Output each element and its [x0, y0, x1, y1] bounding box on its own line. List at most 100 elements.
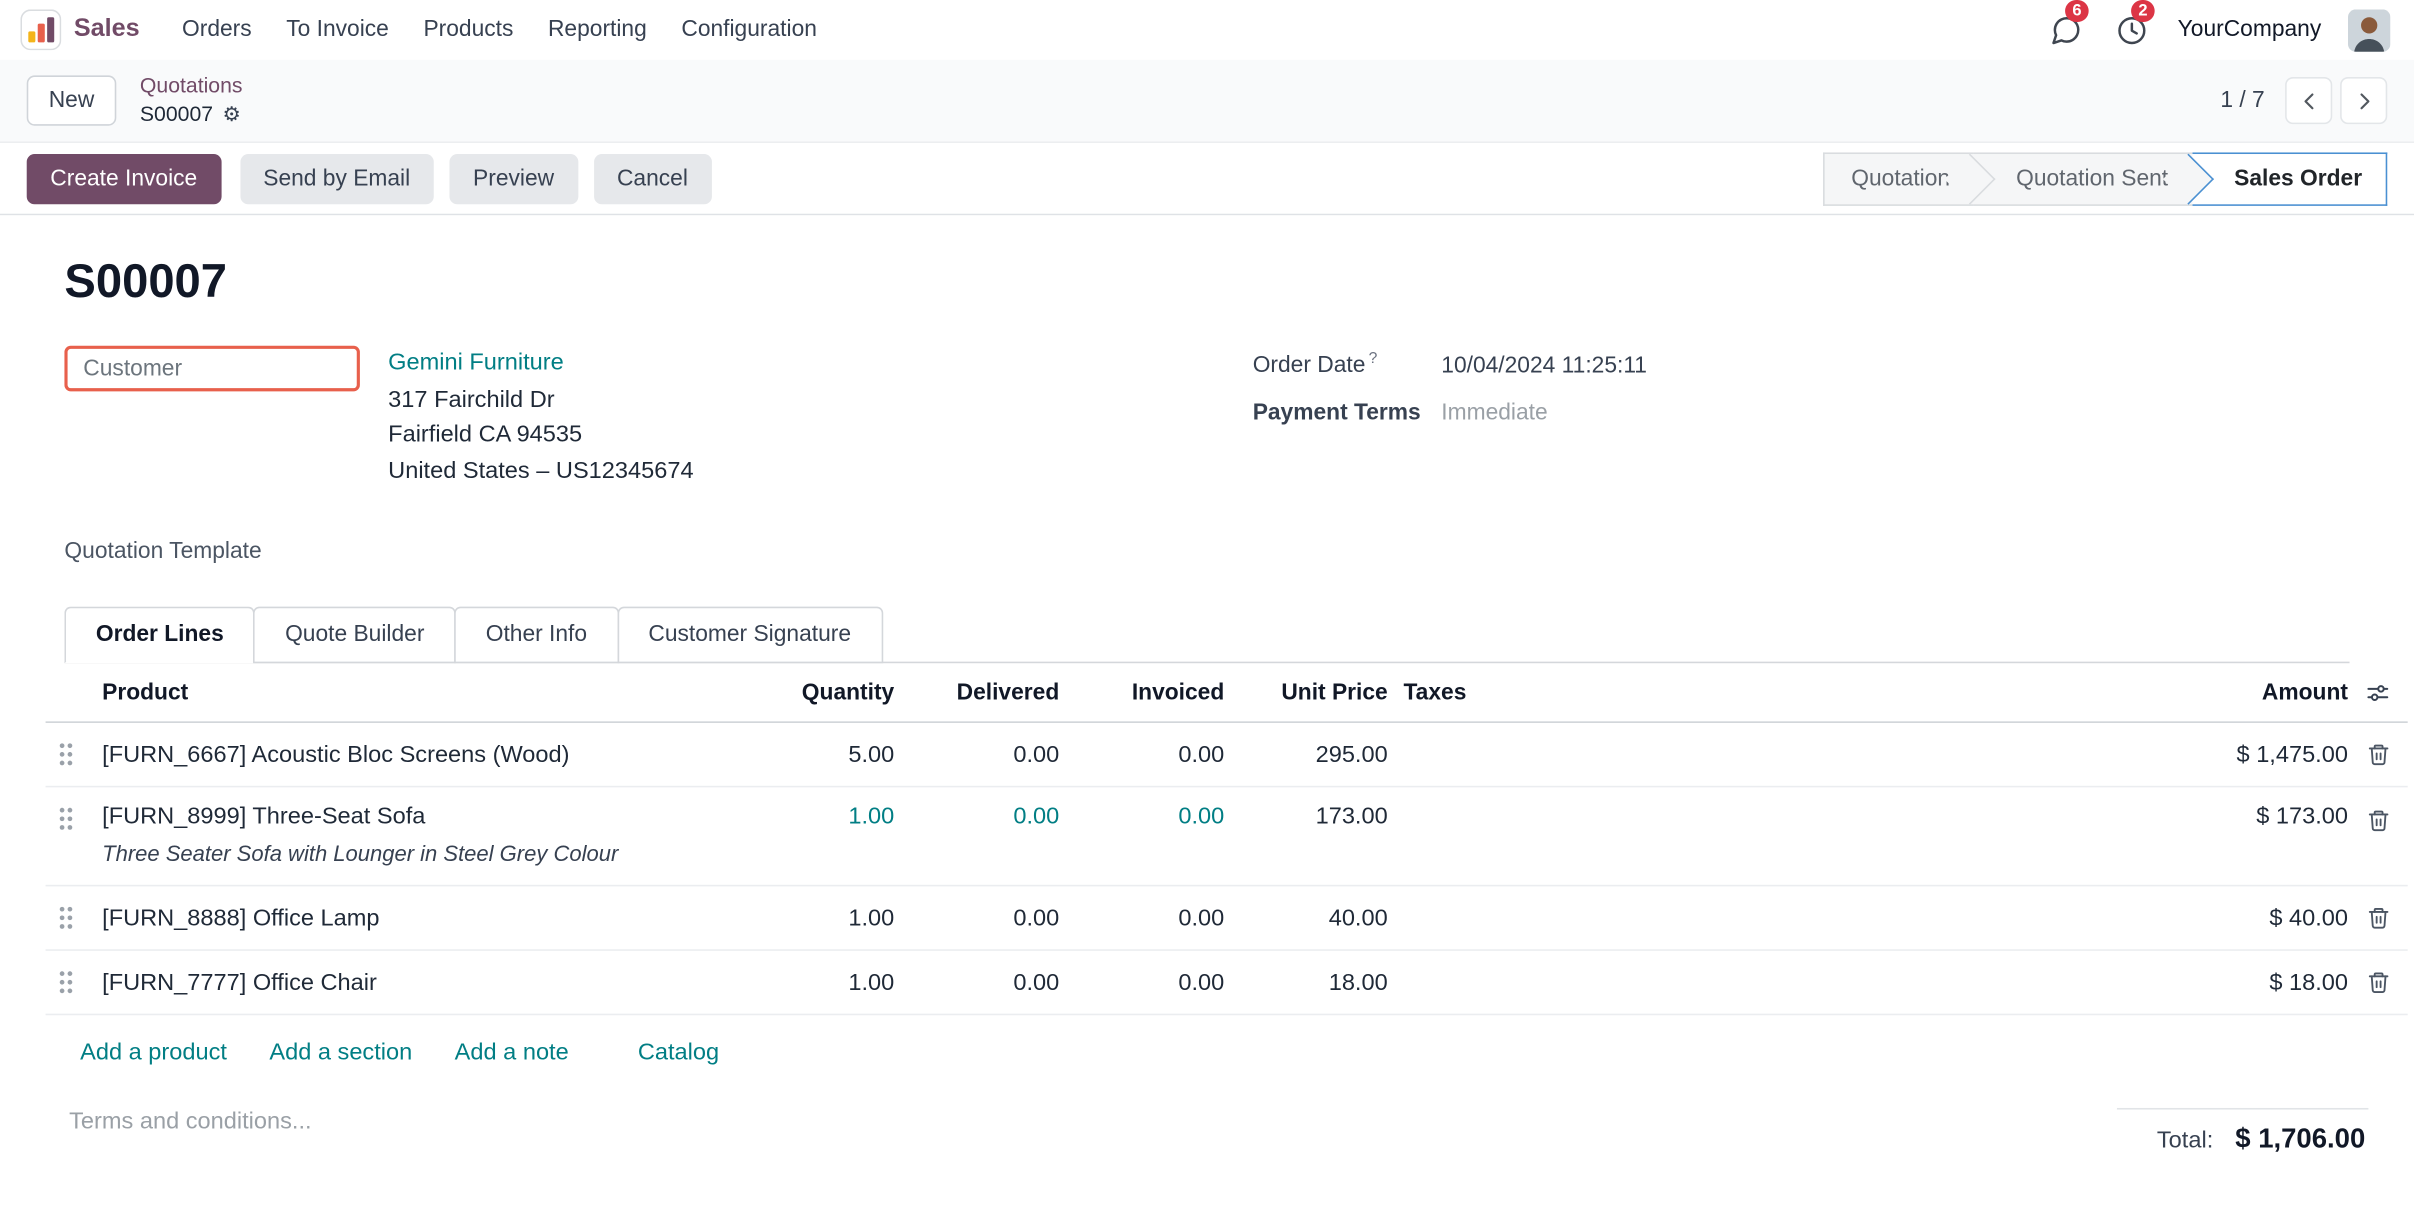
- status-pipeline: Quotation Quotation Sent Sales Order: [1823, 152, 2387, 205]
- action-menu-gear-icon[interactable]: ⚙: [222, 104, 240, 124]
- delivered-cell[interactable]: 0.00: [894, 969, 1059, 996]
- user-avatar[interactable]: [2348, 9, 2390, 51]
- add-a-product-link[interactable]: Add a product: [80, 1039, 227, 1066]
- breadcrumb-current: S00007: [140, 101, 213, 129]
- menu-to-invoice[interactable]: To Invoice: [269, 5, 406, 55]
- unit-price-cell[interactable]: 295.00: [1224, 741, 1387, 768]
- app-name[interactable]: Sales: [74, 16, 140, 44]
- pager-previous-button[interactable]: [2285, 77, 2332, 124]
- customer-input[interactable]: [64, 346, 359, 392]
- invoiced-cell[interactable]: 0.00: [1059, 803, 1224, 830]
- delete-line-button[interactable]: [2361, 901, 2394, 936]
- amount-cell: $ 18.00: [2112, 969, 2348, 996]
- new-button[interactable]: New: [27, 75, 117, 125]
- drag-handle-icon[interactable]: [46, 739, 87, 770]
- odoo-sales-window: Sales Orders To Invoice Products Reporti…: [0, 0, 2414, 1209]
- chevron-left-icon: [2297, 89, 2321, 113]
- tab-customer-signature[interactable]: Customer Signature: [617, 607, 883, 664]
- catalog-link[interactable]: Catalog: [638, 1039, 719, 1066]
- optional-columns-button[interactable]: [2362, 677, 2393, 708]
- delivered-cell[interactable]: 0.00: [894, 904, 1059, 931]
- tab-order-lines[interactable]: Order Lines: [64, 607, 255, 664]
- status-step-quotation-sent[interactable]: Quotation Sent: [1974, 152, 2192, 205]
- col-delivered: Delivered: [894, 680, 1059, 705]
- status-step-sales-order[interactable]: Sales Order: [2192, 152, 2388, 205]
- top-navbar: Sales Orders To Invoice Products Reporti…: [0, 0, 2414, 60]
- order-line-row-2[interactable]: [FURN_8999] Three-Seat Sofa Three Seater…: [46, 787, 2408, 886]
- activities-badge: 2: [2131, 0, 2156, 22]
- avatar-image: [2348, 9, 2390, 51]
- delete-line-button[interactable]: [2361, 737, 2394, 772]
- quantity-cell[interactable]: 1.00: [721, 904, 894, 931]
- preview-button[interactable]: Preview: [449, 153, 577, 203]
- invoiced-cell[interactable]: 0.00: [1059, 904, 1224, 931]
- product-cell[interactable]: [FURN_8999] Three-Seat Sofa Three Seater…: [86, 803, 721, 866]
- total-block: Total: $ 1,706.00: [2117, 1108, 2368, 1155]
- customer-link[interactable]: Gemini Furniture: [388, 346, 564, 381]
- unit-price-cell[interactable]: 18.00: [1224, 969, 1387, 996]
- table-header-row: Product Quantity Delivered Invoiced Unit…: [46, 663, 2408, 723]
- col-quantity: Quantity: [721, 680, 894, 705]
- send-by-email-button[interactable]: Send by Email: [240, 153, 434, 203]
- menu-reporting[interactable]: Reporting: [531, 5, 664, 55]
- sliders-icon: [2365, 680, 2390, 705]
- delivered-cell[interactable]: 0.00: [894, 741, 1059, 768]
- unit-price-cell[interactable]: 173.00: [1224, 803, 1387, 830]
- delivered-cell[interactable]: 0.00: [894, 803, 1059, 830]
- payment-terms-value[interactable]: Immediate: [1441, 400, 1547, 425]
- menu-products[interactable]: Products: [406, 5, 531, 55]
- trash-icon: [2366, 970, 2390, 995]
- total-amount: $ 1,706.00: [2235, 1122, 2365, 1155]
- breadcrumb-quotations-link[interactable]: Quotations: [140, 73, 243, 101]
- payment-terms-row: Payment Terms Immediate: [1253, 400, 2350, 425]
- create-invoice-button[interactable]: Create Invoice: [27, 153, 221, 203]
- messages-button[interactable]: 6: [2046, 10, 2085, 49]
- order-line-row-3[interactable]: [FURN_8888] Office Lamp 1.00 0.00 0.00 4…: [46, 886, 2408, 950]
- address-line-3: United States – US12345674: [388, 453, 693, 488]
- drag-handle-icon[interactable]: [46, 803, 87, 834]
- product-cell[interactable]: [FURN_7777] Office Chair: [86, 969, 721, 996]
- order-date-value[interactable]: 10/04/2024 11:25:11: [1441, 353, 1647, 378]
- navbar-right: 6 2 YourCompany: [2046, 9, 2391, 51]
- quantity-cell[interactable]: 1.00: [721, 969, 894, 996]
- unit-price-cell[interactable]: 40.00: [1224, 904, 1387, 931]
- activities-button[interactable]: 2: [2112, 10, 2151, 49]
- status-step-quotation[interactable]: Quotation: [1823, 152, 1974, 205]
- trash-icon: [2366, 808, 2390, 833]
- product-cell[interactable]: [FURN_6667] Acoustic Bloc Screens (Wood): [86, 741, 721, 768]
- pager-next-button[interactable]: [2340, 77, 2387, 124]
- quantity-cell[interactable]: 5.00: [721, 741, 894, 768]
- quotation-template-field[interactable]: Quotation Template: [64, 539, 1252, 564]
- notebook-tabs: Order Lines Quote Builder Other Info Cus…: [64, 607, 2349, 664]
- tab-quote-builder[interactable]: Quote Builder: [254, 607, 456, 664]
- tab-other-info[interactable]: Other Info: [454, 607, 618, 664]
- delete-line-button[interactable]: [2361, 803, 2394, 838]
- menu-configuration[interactable]: Configuration: [664, 5, 834, 55]
- form-sheet: S00007 Gemini Furniture 317 Fairchild Dr…: [0, 215, 2414, 1202]
- trash-icon: [2366, 905, 2390, 930]
- order-line-row-4[interactable]: [FURN_7777] Office Chair 1.00 0.00 0.00 …: [46, 951, 2408, 1015]
- drag-handle-icon[interactable]: [46, 967, 87, 998]
- add-a-section-link[interactable]: Add a section: [269, 1039, 412, 1066]
- total-label: Total:: [2157, 1127, 2213, 1154]
- add-a-note-link[interactable]: Add a note: [455, 1039, 569, 1066]
- invoiced-cell[interactable]: 0.00: [1059, 969, 1224, 996]
- order-line-row-1[interactable]: [FURN_6667] Acoustic Bloc Screens (Wood)…: [46, 723, 2408, 787]
- invoiced-cell[interactable]: 0.00: [1059, 741, 1224, 768]
- breadcrumb: Quotations S00007 ⚙: [140, 73, 243, 129]
- table-footer-links: Add a product Add a section Add a note C…: [46, 1015, 2408, 1068]
- product-cell[interactable]: [FURN_8888] Office Lamp: [86, 904, 721, 931]
- col-taxes: Taxes: [1388, 680, 2113, 705]
- drag-handle-icon[interactable]: [46, 902, 87, 933]
- help-question-mark: ?: [1369, 350, 1378, 367]
- quantity-cell[interactable]: 1.00: [721, 803, 894, 830]
- menu-orders[interactable]: Orders: [165, 5, 269, 55]
- sales-app-icon[interactable]: [20, 9, 61, 50]
- col-product: Product: [86, 680, 721, 705]
- delete-line-button[interactable]: [2361, 965, 2394, 1000]
- order-date-row: Order Date? 10/04/2024 11:25:11: [1253, 350, 2350, 378]
- main-menu: Orders To Invoice Products Reporting Con…: [165, 5, 834, 55]
- cancel-button[interactable]: Cancel: [593, 153, 711, 203]
- terms-and-conditions-input[interactable]: Terms and conditions...: [64, 1108, 311, 1135]
- company-name[interactable]: YourCompany: [2178, 17, 2322, 42]
